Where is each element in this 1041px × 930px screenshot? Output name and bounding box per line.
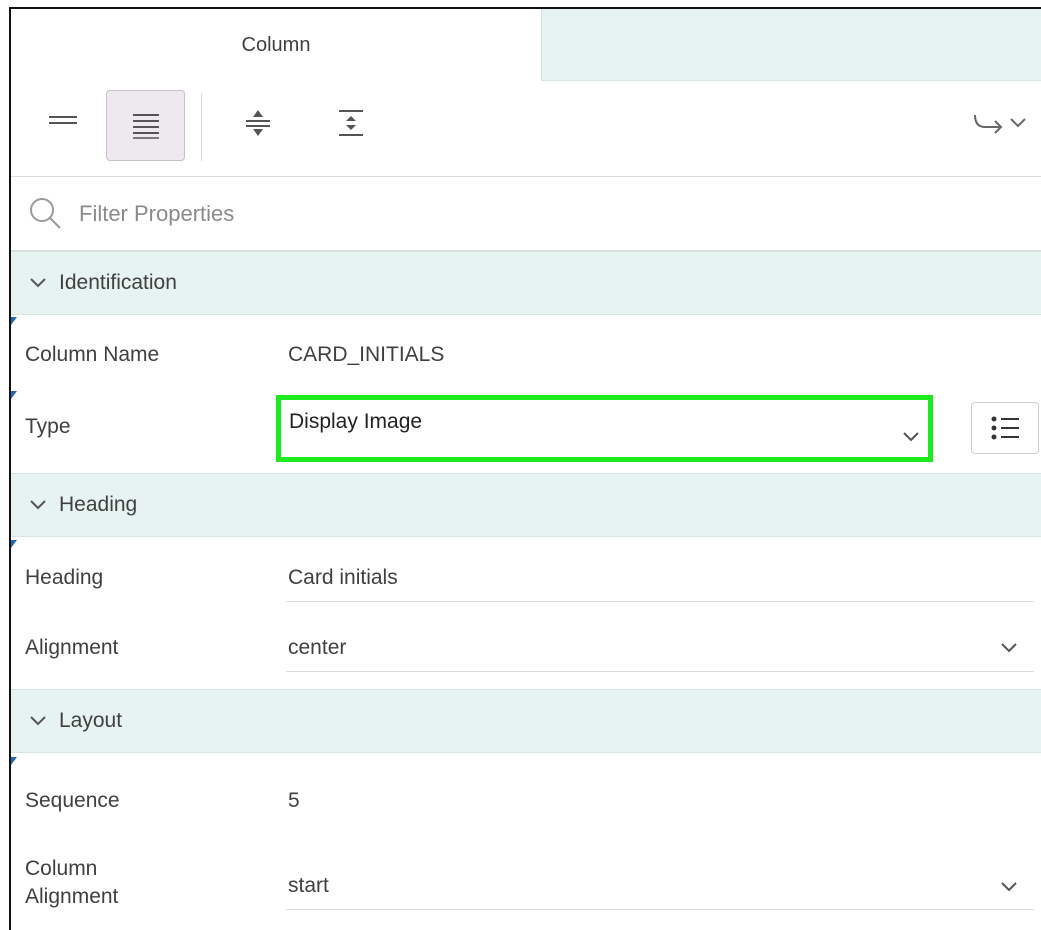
expanded-view-icon (132, 113, 159, 139)
column-alignment-label-line2: Alignment (25, 885, 119, 908)
list-of-values-button[interactable] (971, 402, 1039, 454)
chevron-down-icon (30, 716, 46, 726)
sequence-input[interactable]: 5 (288, 789, 300, 813)
tab-bar: Column (11, 9, 1041, 81)
show-common-button[interactable] (41, 99, 85, 143)
toolbar-divider (201, 93, 202, 161)
type-select[interactable]: Display Image (276, 395, 933, 462)
group-identification-label: Identification (59, 271, 177, 294)
required-marker-icon (11, 757, 17, 765)
collapsed-view-icon (49, 116, 77, 124)
heading-input-underline (286, 601, 1034, 602)
required-marker-icon (11, 540, 17, 548)
group-identification[interactable]: Identification (11, 251, 1041, 315)
expand-all-icon (246, 110, 270, 136)
column-name-label: Column Name (25, 343, 160, 366)
go-to-group-button[interactable] (961, 101, 1041, 145)
required-marker-icon (11, 317, 17, 325)
column-name-value: CARD_INITIALS (288, 343, 445, 366)
sequence-label: Sequence (25, 789, 120, 812)
heading-input[interactable]: Card initials (288, 566, 398, 590)
tab-empty (541, 9, 1041, 81)
required-marker-icon (11, 391, 17, 399)
toolbar (11, 81, 1041, 177)
column-alignment-label: Column Alignment (25, 855, 118, 911)
column-alignment-label-line1: Column (25, 857, 98, 880)
chevron-down-icon (1001, 643, 1017, 653)
chevron-down-icon (30, 278, 46, 288)
filter-bar (11, 177, 1041, 251)
alignment-select[interactable]: center (288, 636, 346, 660)
search-icon (30, 198, 61, 229)
column-alignment-select-underline (286, 909, 1034, 910)
go-to-group-icon (974, 114, 1026, 134)
group-heading[interactable]: Heading (11, 473, 1041, 537)
chevron-down-icon (1001, 882, 1017, 892)
tab-column-label: Column (241, 33, 311, 56)
show-all-button[interactable] (106, 90, 185, 161)
type-label: Type (25, 415, 71, 438)
chevron-down-icon (30, 500, 46, 510)
filter-properties-input[interactable] (79, 195, 979, 233)
collapse-all-icon (339, 110, 363, 136)
heading-label: Heading (25, 566, 104, 589)
property-editor-panel: Column Filter Properties Identification … (9, 7, 1041, 930)
group-layout[interactable]: Layout (11, 689, 1041, 753)
type-select-value: Display Image (289, 410, 423, 433)
group-layout-label: Layout (59, 709, 123, 732)
tab-column[interactable]: Column (11, 9, 541, 81)
column-alignment-select[interactable]: start (288, 874, 329, 898)
collapse-all-button[interactable] (329, 101, 373, 145)
chevron-down-icon (903, 432, 919, 442)
group-heading-label: Heading (59, 493, 138, 516)
expand-all-button[interactable] (236, 101, 280, 145)
alignment-select-underline (286, 671, 1034, 672)
list-icon (991, 416, 1019, 440)
alignment-label: Alignment (25, 636, 119, 659)
